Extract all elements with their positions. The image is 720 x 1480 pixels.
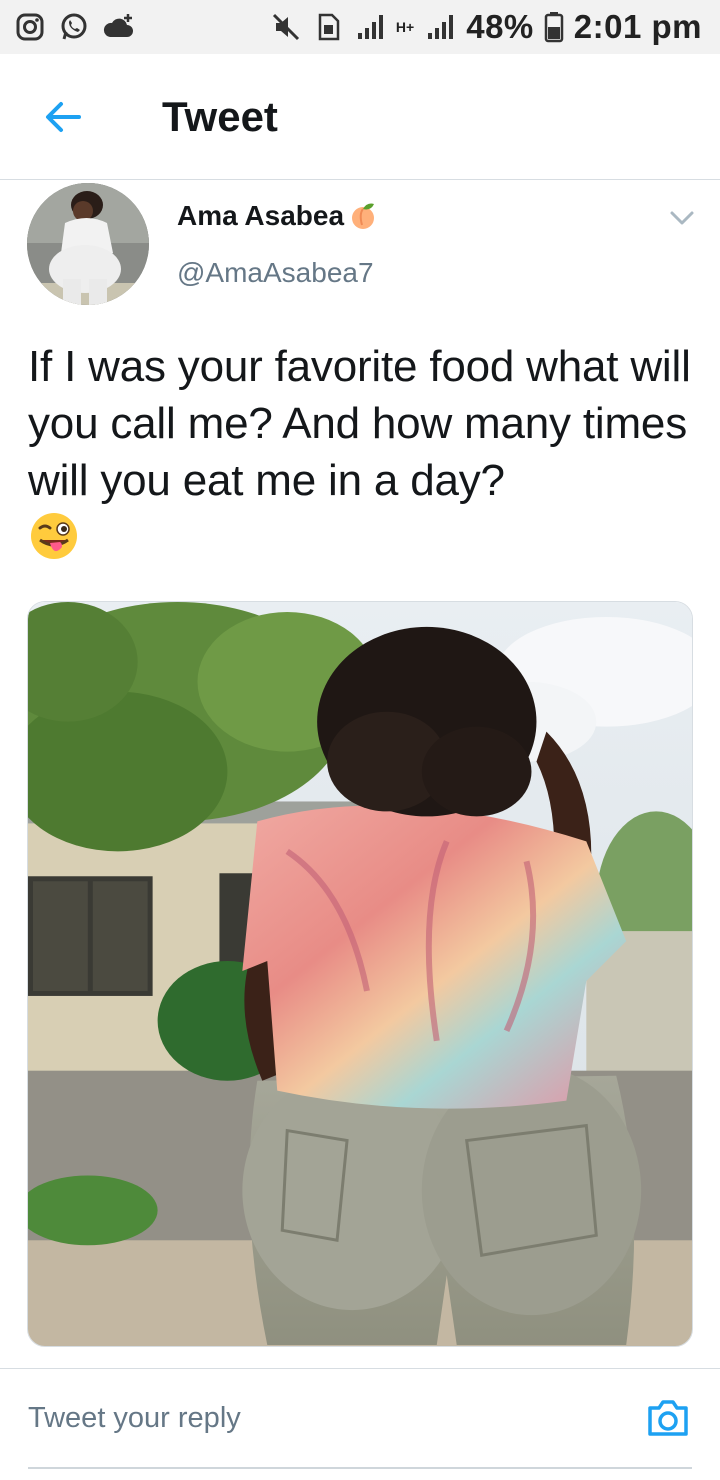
- mute-icon: [270, 11, 302, 43]
- instagram-icon: [14, 11, 46, 43]
- chevron-down-icon: [670, 211, 694, 225]
- app-bar: Tweet: [0, 54, 720, 180]
- camera-button[interactable]: [644, 1394, 692, 1442]
- signal-icon-2: [424, 11, 456, 43]
- status-right-icons: H+ 48% 2:01 pm: [270, 8, 702, 46]
- status-left-icons: [14, 11, 134, 43]
- status-bar: H+ 48% 2:01 pm: [0, 0, 720, 54]
- clock: 2:01 pm: [573, 8, 702, 45]
- signal-icon: [354, 11, 386, 43]
- peach-emoji-icon: [348, 201, 378, 231]
- network-type-label: H+: [395, 19, 415, 35]
- tweet-text: If I was your favorite food what will yo…: [28, 342, 691, 505]
- whatsapp-icon: [58, 11, 90, 43]
- reply-bar: Tweet your reply: [0, 1368, 720, 1469]
- back-button[interactable]: [28, 82, 98, 152]
- winking-face-tongue-emoji-icon: [28, 510, 80, 562]
- sim-card-icon: [312, 11, 344, 43]
- author-handle[interactable]: @AmaAsabea7: [177, 257, 374, 289]
- author-name-row[interactable]: Ama Asabea: [177, 200, 378, 232]
- tweet-photo[interactable]: [27, 601, 693, 1347]
- arrow-left-icon: [46, 101, 81, 132]
- reply-input-row[interactable]: Tweet your reply: [28, 1369, 692, 1469]
- camera-icon: [648, 1400, 688, 1436]
- tweet-options-button[interactable]: [664, 200, 700, 236]
- author-name: Ama Asabea: [177, 200, 345, 231]
- page-title: Tweet: [162, 92, 278, 140]
- avatar[interactable]: [27, 183, 149, 305]
- battery-icon: [544, 11, 564, 43]
- battery-percent: 48%: [466, 8, 534, 45]
- cloud-upload-icon: [102, 11, 134, 43]
- reply-input[interactable]: Tweet your reply: [28, 1402, 241, 1435]
